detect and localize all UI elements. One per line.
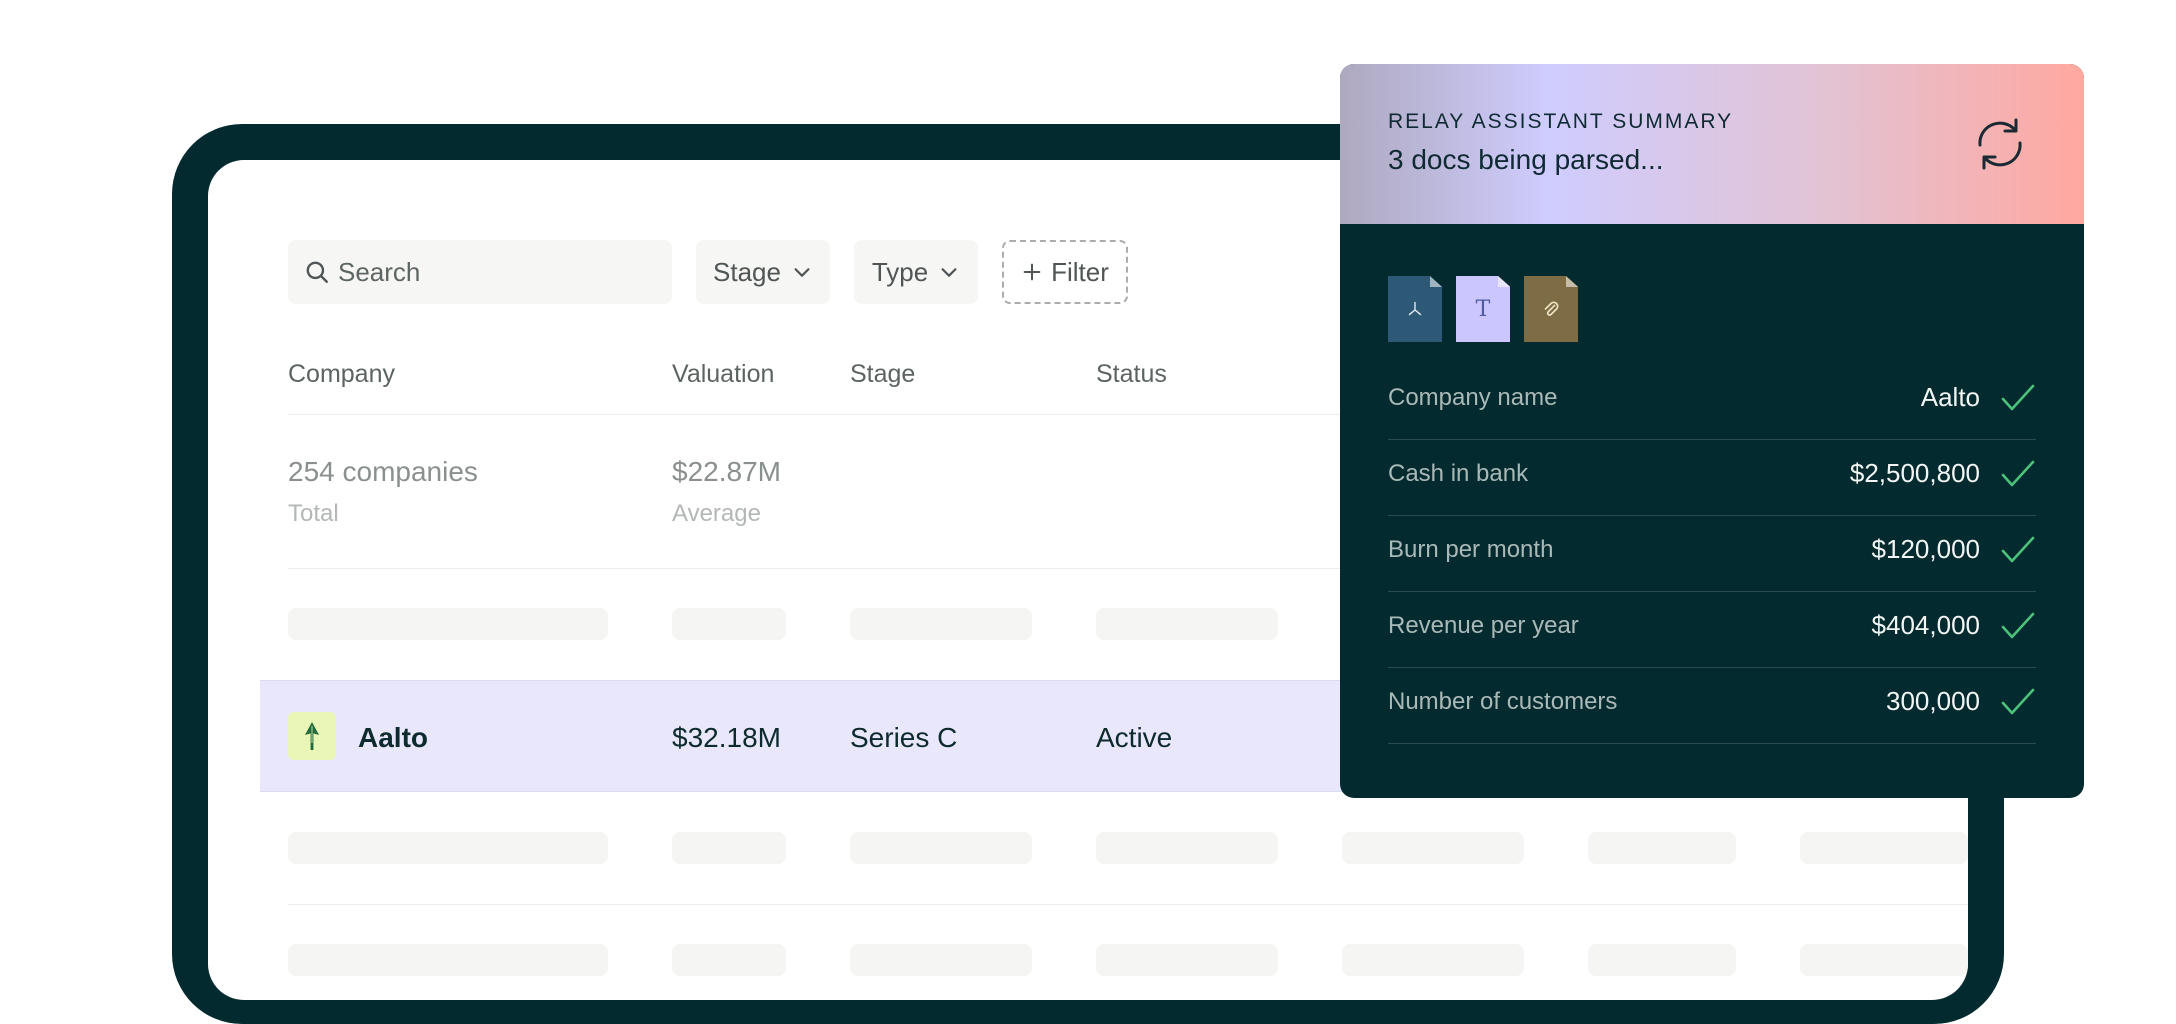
refresh-icon[interactable] xyxy=(1968,112,2032,176)
skeleton-cell xyxy=(672,944,786,976)
skeleton-cell xyxy=(1096,944,1278,976)
field-value: 300,000 xyxy=(1886,686,1980,716)
skeleton-cell xyxy=(1342,944,1524,976)
company-count-label: Total xyxy=(288,500,339,527)
row-status: Active xyxy=(1096,722,1173,753)
column-header-stage[interactable]: Stage xyxy=(850,360,915,389)
average-valuation: $22.87M xyxy=(672,456,781,487)
skeleton-cell xyxy=(850,832,1032,864)
field-value: $404,000 xyxy=(1871,610,1980,640)
field-label: Revenue per year xyxy=(1388,612,1579,639)
skeleton-cell xyxy=(1588,832,1736,864)
field-row-number-of-customers: Number of customers 300,000 xyxy=(1388,668,2036,744)
check-icon xyxy=(2001,688,2035,715)
assistant-kicker: RELAY ASSISTANT SUMMARY xyxy=(1388,110,1734,133)
field-row-revenue-per-year: Revenue per year $404,000 xyxy=(1388,592,2036,668)
add-filter-label: Filter xyxy=(1051,256,1109,287)
stage-filter-label: Stage xyxy=(713,256,781,287)
skeleton-cell xyxy=(672,832,786,864)
assistant-panel-header: RELAY ASSISTANT SUMMARY 3 docs being par… xyxy=(1340,64,2084,224)
check-icon xyxy=(2001,612,2035,639)
column-header-valuation[interactable]: Valuation xyxy=(672,360,774,389)
field-value: $120,000 xyxy=(1871,534,1980,564)
add-filter-button[interactable]: Filter xyxy=(1002,240,1128,304)
field-row-burn-per-month: Burn per month $120,000 xyxy=(1388,516,2036,592)
row-company-name[interactable]: Aalto xyxy=(358,722,428,754)
skeleton-cell xyxy=(1800,832,1968,864)
assistant-summary-panel: RELAY ASSISTANT SUMMARY 3 docs being par… xyxy=(1340,64,2084,798)
type-filter-label: Type xyxy=(871,256,929,287)
skeleton-cell xyxy=(1342,832,1524,864)
plus-icon xyxy=(1023,263,1041,281)
aalto-logo-icon xyxy=(305,722,319,750)
average-valuation-label: Average xyxy=(672,500,761,527)
field-label: Company name xyxy=(1388,384,1558,411)
row-divider xyxy=(288,904,1968,905)
skeleton-cell xyxy=(288,832,608,864)
field-label: Burn per month xyxy=(1388,536,1554,563)
skeleton-cell xyxy=(850,944,1032,976)
search-box[interactable] xyxy=(288,240,672,304)
row-stage: Series C xyxy=(850,722,958,753)
skeleton-cell xyxy=(1588,944,1736,976)
stage-filter-dropdown[interactable]: Stage xyxy=(696,240,830,304)
field-row-company-name: Company name Aalto xyxy=(1388,364,2036,440)
company-logo xyxy=(288,712,336,760)
company-count: 254 companies xyxy=(288,456,478,487)
field-row-cash-in-bank: Cash in bank $2,500,800 xyxy=(1388,440,2036,516)
skeleton-cell xyxy=(672,608,786,640)
column-header-company[interactable]: Company xyxy=(288,360,395,389)
search-input[interactable] xyxy=(338,256,648,288)
pdf-icon[interactable] xyxy=(1388,276,1442,342)
field-value: Aalto xyxy=(1920,382,1980,412)
column-header-status[interactable]: Status xyxy=(1096,360,1167,389)
skeleton-cell xyxy=(1096,832,1278,864)
chevron-down-icon xyxy=(941,268,957,277)
check-icon xyxy=(2001,384,2035,411)
check-icon xyxy=(2001,460,2035,487)
assistant-status-title: 3 docs being parsed... xyxy=(1388,144,1664,175)
skeleton-cell xyxy=(288,944,608,976)
type-filter-dropdown[interactable]: Type xyxy=(854,240,978,304)
skeleton-cell xyxy=(850,608,1032,640)
text-icon[interactable]: T xyxy=(1456,276,1510,342)
chevron-down-icon xyxy=(794,268,810,277)
row-valuation: $32.18M xyxy=(672,722,781,753)
skeleton-cell xyxy=(1096,608,1278,640)
field-value: $2,500,800 xyxy=(1849,458,1980,488)
skeleton-cell xyxy=(1800,944,1968,976)
skeleton-cell xyxy=(288,608,608,640)
field-label: Cash in bank xyxy=(1388,460,1529,487)
field-label: Number of customers xyxy=(1388,688,1618,715)
search-icon xyxy=(306,261,328,283)
check-icon xyxy=(2001,536,2035,563)
attachment-icon[interactable] xyxy=(1524,276,1578,342)
